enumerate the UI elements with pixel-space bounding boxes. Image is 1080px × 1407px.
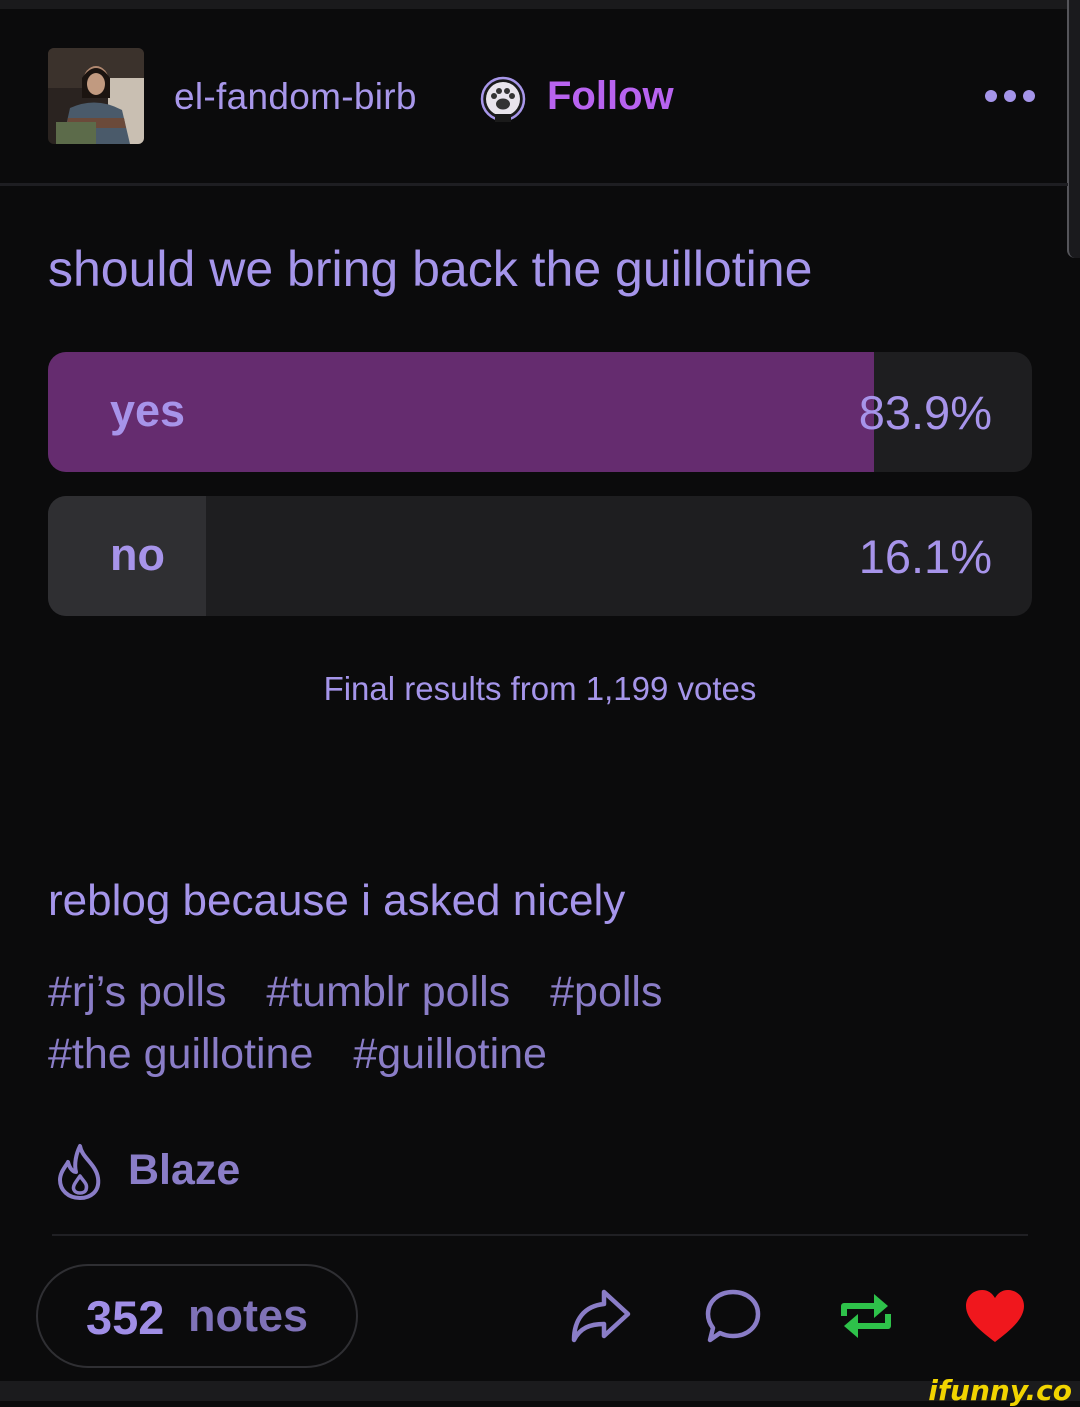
poll-option-yes[interactable]: yes 83.9% [48,352,1032,472]
tags-row: #rj’s polls #tumblr polls #polls [48,968,690,1017]
notes-count: 352 [86,1291,165,1344]
tags-row: #the guillotine #guillotine [48,1030,575,1079]
poll-option-label: yes [110,385,186,436]
tag-link[interactable]: #tumblr polls [266,968,510,1016]
tag-link[interactable]: #the guillotine [48,1030,313,1078]
top-edge [0,0,1080,9]
post-caption: reblog because i asked nicely [48,876,626,925]
ellipsis-icon[interactable] [983,76,1039,116]
poll-option-percent: 83.9% [858,386,992,439]
post-header: el-fandom-birb Follow [48,48,1038,146]
heart-icon[interactable] [962,1286,1028,1346]
watermark-logo: ifunny.co [928,1374,1072,1407]
follow-button[interactable]: Follow [547,74,674,119]
poll-option-no[interactable]: no 16.1% [48,496,1032,616]
share-icon[interactable] [568,1286,634,1346]
poll-option-percent: 16.1% [858,530,992,583]
footer-divider [52,1234,1028,1236]
comment-icon[interactable] [702,1286,768,1346]
tag-link[interactable]: #polls [550,968,662,1016]
header-divider [0,183,1068,186]
avatar[interactable] [48,48,144,144]
poll-question: should we bring back the guillotine [48,241,813,297]
poll-option-label: no [110,529,165,580]
reblog-icon[interactable] [834,1286,900,1346]
bottom-edge [0,1381,1080,1401]
poll-results-text: Final results from 1,199 votes [323,670,757,707]
flame-icon [58,1144,101,1200]
blaze-label: Blaze [128,1146,241,1194]
username[interactable]: el-fandom-birb [174,76,417,118]
tag-link[interactable]: #guillotine [353,1030,547,1078]
notes-label: notes [188,1290,309,1341]
notes-button[interactable]: 352 notes [36,1264,358,1368]
paw-icon [480,76,526,122]
tag-link[interactable]: #rj’s polls [48,968,226,1016]
scrollbar[interactable] [1067,0,1080,258]
